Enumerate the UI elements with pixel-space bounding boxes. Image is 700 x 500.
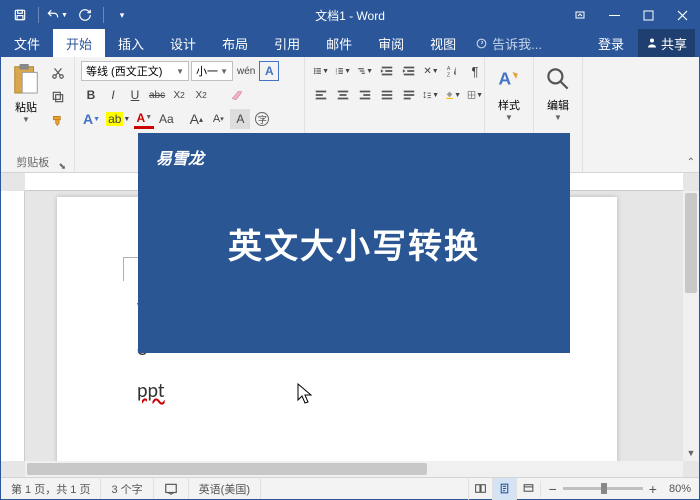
underline-button[interactable]: U: [125, 85, 145, 105]
tab-mailings[interactable]: 邮件: [313, 29, 365, 57]
view-web-button[interactable]: [516, 478, 540, 500]
paste-button[interactable]: 粘贴 ▼: [7, 61, 45, 124]
zoom-slider[interactable]: [563, 487, 643, 490]
format-painter-button[interactable]: [48, 111, 68, 131]
tab-layout[interactable]: 布局: [209, 29, 261, 57]
view-print-button[interactable]: [492, 478, 516, 500]
qat-customize-button[interactable]: ▾: [109, 3, 135, 27]
show-marks-button[interactable]: ¶: [465, 61, 485, 81]
enclose-char-button[interactable]: 字: [252, 109, 272, 129]
distributed-button[interactable]: [399, 85, 419, 105]
overlay-banner: 易雪龙 英文大小写转换: [138, 133, 570, 353]
justify-button[interactable]: [377, 85, 397, 105]
tab-insert[interactable]: 插入: [105, 29, 157, 57]
maximize-button[interactable]: [631, 1, 665, 29]
borders-button[interactable]: ▼: [465, 85, 485, 105]
zoom-percent[interactable]: 80%: [669, 483, 691, 495]
tell-me-search[interactable]: 告诉我...: [475, 29, 542, 57]
status-bar: 第 1 页，共 1 页 3 个字 英语(美国) − + 80%: [1, 477, 699, 499]
change-case-button[interactable]: Aa: [156, 109, 176, 129]
text-effects-button[interactable]: A▼: [81, 109, 102, 129]
strike-button[interactable]: abc: [147, 85, 167, 105]
cut-button[interactable]: [48, 63, 68, 83]
bullets-button[interactable]: ▼: [311, 61, 331, 81]
collapse-ribbon-button[interactable]: ⌃: [687, 157, 695, 168]
horizontal-scrollbar[interactable]: [25, 461, 683, 477]
tab-design[interactable]: 设计: [157, 29, 209, 57]
overlay-brand: 易雪龙: [156, 145, 204, 169]
tab-file[interactable]: 文件: [1, 29, 53, 57]
overlay-title: 英文大小写转换: [228, 219, 480, 268]
window-controls: [563, 1, 699, 29]
svg-text:3: 3: [336, 71, 338, 75]
share-button[interactable]: 共享: [638, 29, 695, 57]
subscript-button[interactable]: X2: [169, 85, 189, 105]
char-shading-button[interactable]: A: [230, 109, 250, 129]
font-size-combo[interactable]: 小一▼: [191, 61, 233, 81]
ribbon-options-button[interactable]: [563, 1, 597, 29]
status-wordcount[interactable]: 3 个字: [101, 478, 153, 499]
status-page[interactable]: 第 1 页，共 1 页: [1, 478, 101, 499]
svg-text:Z: Z: [447, 72, 451, 78]
tab-view[interactable]: 视图: [417, 29, 469, 57]
tab-references[interactable]: 引用: [261, 29, 313, 57]
font-name-combo[interactable]: 等线 (西文正文)▼: [81, 61, 189, 81]
tab-home[interactable]: 开始: [53, 29, 105, 57]
vertical-scrollbar[interactable]: ▲▼: [683, 191, 699, 461]
shrink-font-button[interactable]: A▾: [208, 109, 228, 129]
phonetic-guide-button[interactable]: wén: [235, 61, 257, 81]
align-right-button[interactable]: [355, 85, 375, 105]
copy-button[interactable]: [48, 87, 68, 107]
bold-button[interactable]: B: [81, 85, 101, 105]
zoom-in-button[interactable]: +: [649, 481, 657, 497]
view-read-button[interactable]: [468, 478, 492, 500]
vertical-ruler[interactable]: [1, 191, 25, 461]
save-button[interactable]: [7, 3, 33, 27]
close-button[interactable]: [665, 1, 699, 29]
clipboard-launcher[interactable]: ⬊: [58, 161, 68, 172]
svg-text:A: A: [447, 66, 451, 72]
asian-layout-button[interactable]: ✕▼: [421, 61, 441, 81]
decrease-indent-button[interactable]: [377, 61, 397, 81]
grow-font-button[interactable]: A▴: [186, 109, 206, 129]
tab-review[interactable]: 审阅: [365, 29, 417, 57]
align-center-button[interactable]: [333, 85, 353, 105]
line-spacing-button[interactable]: ▼: [421, 85, 441, 105]
increase-indent-button[interactable]: [399, 61, 419, 81]
clear-format-button[interactable]: [227, 85, 247, 105]
status-spellcheck[interactable]: [154, 478, 189, 499]
char-border-button[interactable]: A: [259, 61, 279, 81]
align-left-button[interactable]: [311, 85, 331, 105]
svg-text:A: A: [499, 68, 512, 88]
undo-button[interactable]: ▼: [44, 3, 70, 27]
highlight-button[interactable]: ab▼: [104, 109, 132, 129]
doc-text-line[interactable]: ppt: [137, 379, 165, 403]
zoom-control: − + 80%: [540, 481, 699, 497]
group-clipboard: 粘贴 ▼ 剪贴板⬊: [1, 57, 75, 172]
status-language[interactable]: 英语(美国): [189, 478, 261, 499]
zoom-out-button[interactable]: −: [549, 481, 557, 497]
quick-access-toolbar: ▼ ▾: [1, 3, 135, 27]
font-color-button[interactable]: A▼: [134, 109, 154, 129]
superscript-button[interactable]: X2: [191, 85, 211, 105]
shading-button[interactable]: ▼: [443, 85, 463, 105]
multilevel-button[interactable]: ▼: [355, 61, 375, 81]
minimize-button[interactable]: [597, 1, 631, 29]
ribbon-tabs: 文件 开始 插入 设计 布局 引用 邮件 审阅 视图 告诉我... 登录 共享: [1, 29, 699, 57]
title-bar: ▼ ▾ 文档1 - Word: [1, 1, 699, 29]
numbering-button[interactable]: 123▼: [333, 61, 353, 81]
login-button[interactable]: 登录: [588, 34, 634, 53]
repeat-button[interactable]: [72, 3, 98, 27]
sort-button[interactable]: AZ: [443, 61, 463, 81]
italic-button[interactable]: I: [103, 85, 123, 105]
